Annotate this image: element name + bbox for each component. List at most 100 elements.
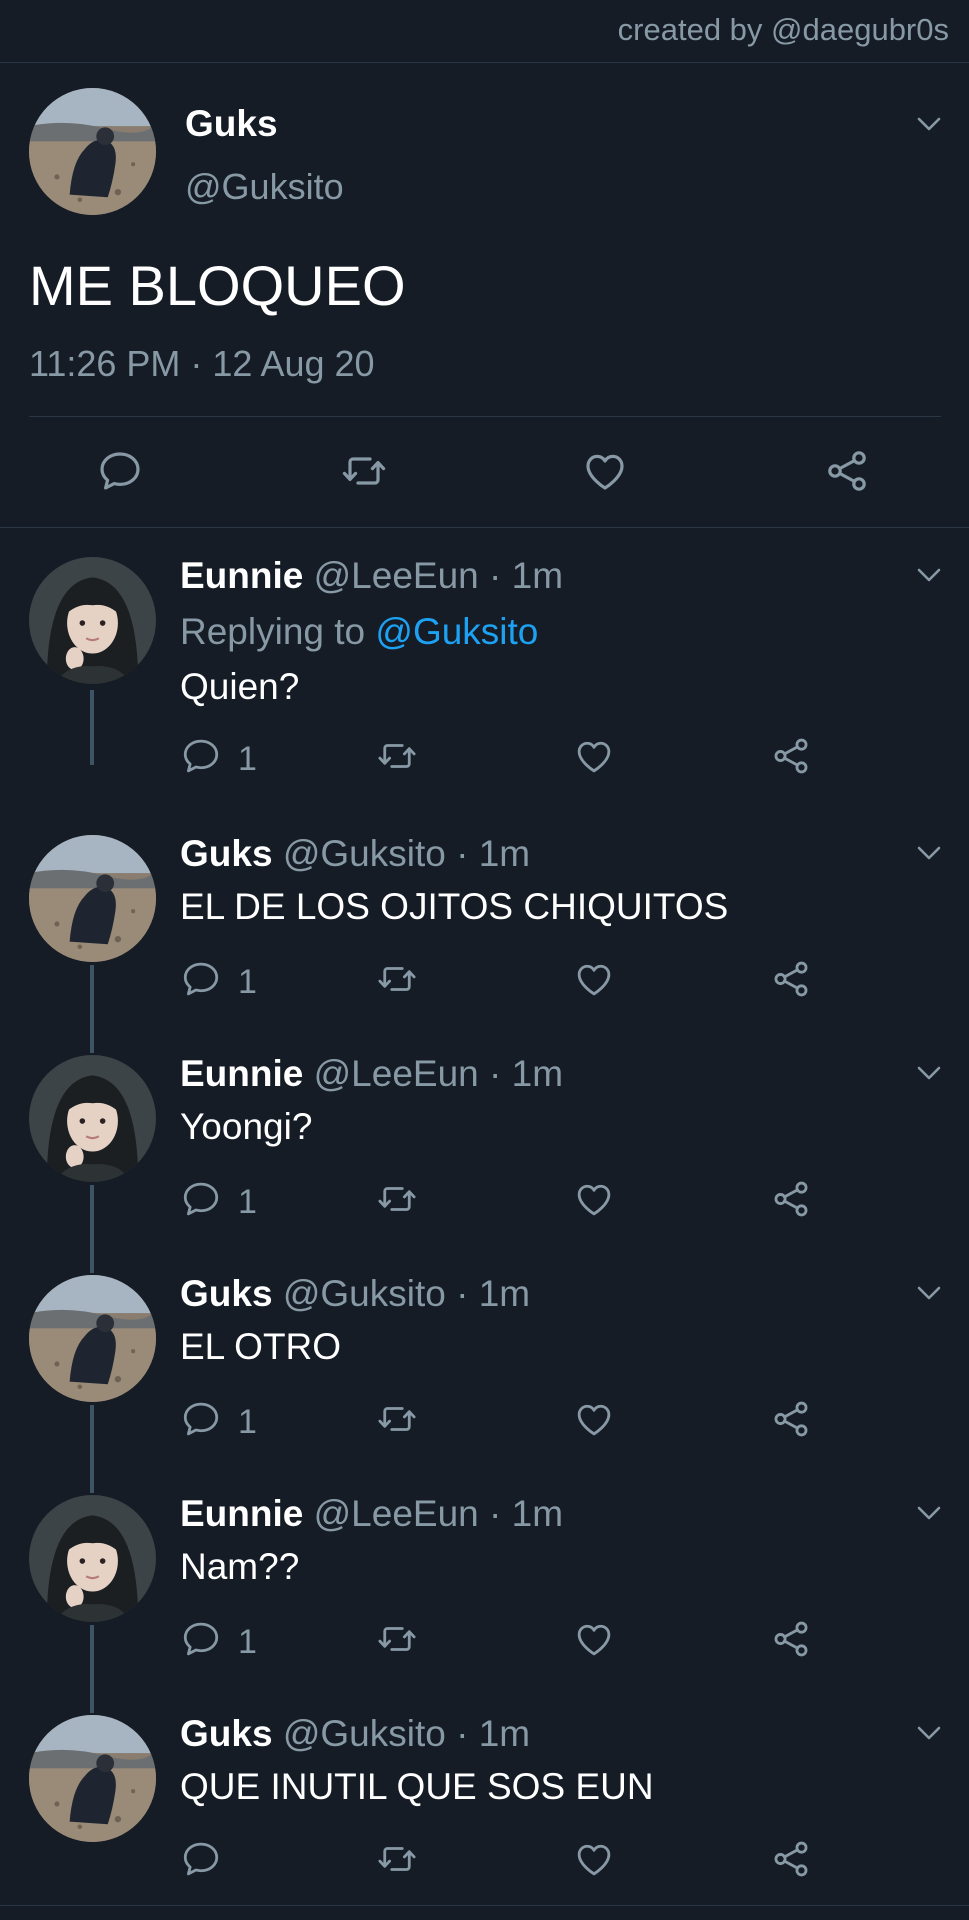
reply-tweet[interactable]: Guks @Guksito · 1m EL OTRO 1	[0, 1273, 969, 1493]
reply-button[interactable]	[180, 958, 222, 1000]
reply-text: Yoongi?	[180, 1106, 313, 1147]
avatar[interactable]	[29, 1275, 156, 1402]
share-icon	[770, 1618, 812, 1660]
replying-label: Replying to	[180, 611, 376, 652]
share-button[interactable]	[770, 1398, 812, 1440]
reply-icon	[180, 1178, 222, 1220]
share-icon	[770, 958, 812, 1000]
reply-count: 1	[238, 1403, 257, 1441]
share-button[interactable]	[770, 1838, 812, 1880]
thread-line	[90, 965, 94, 1053]
reply-icon	[180, 1618, 222, 1660]
share-button[interactable]	[770, 1618, 812, 1660]
reply-tweet[interactable]: Eunnie @LeeEun · 1m Nam?? 1	[0, 1493, 969, 1713]
reply-button[interactable]	[180, 1398, 222, 1440]
author-name[interactable]: Guks	[185, 103, 278, 145]
retweet-button[interactable]	[373, 958, 421, 1000]
reply-text: EL DE LOS OJITOS CHIQUITOS	[180, 886, 729, 927]
retweet-button[interactable]	[336, 447, 392, 495]
like-button[interactable]	[573, 735, 615, 777]
chevron-down-icon[interactable]	[914, 1283, 944, 1303]
handle-time: @LeeEun · 1m	[303, 555, 564, 596]
like-button[interactable]	[573, 958, 615, 1000]
chevron-down-icon[interactable]	[914, 1503, 944, 1523]
retweet-icon	[373, 1618, 421, 1660]
reply-button[interactable]	[96, 447, 144, 495]
reply-tweet[interactable]: Guks @Guksito · 1m QUE INUTIL QUE SOS EU…	[0, 1713, 969, 1903]
reply-text: QUE INUTIL QUE SOS EUN	[180, 1766, 654, 1807]
reply-tweet[interactable]: Guks @Guksito · 1m EL DE LOS OJITOS CHIQ…	[0, 833, 969, 1053]
chevron-down-icon[interactable]	[914, 565, 944, 585]
reply-button[interactable]	[180, 1178, 222, 1220]
author-name[interactable]: Guks	[180, 833, 273, 874]
like-button[interactable]	[573, 1838, 615, 1880]
reply-button[interactable]	[180, 1838, 222, 1880]
retweet-button[interactable]	[373, 735, 421, 777]
avatar[interactable]	[29, 1495, 156, 1622]
chevron-down-icon[interactable]	[914, 843, 944, 863]
avatar[interactable]	[29, 557, 156, 684]
handle-time: @LeeEun · 1m	[303, 1493, 564, 1534]
reply-header: Guks @Guksito · 1m	[180, 1273, 530, 1315]
reply-header: Guks @Guksito · 1m	[180, 1713, 530, 1755]
thread-line	[90, 1625, 94, 1713]
tweet-text: ME BLOQUEO	[29, 254, 406, 317]
top-bar: created by @daegubr0s	[0, 0, 969, 63]
reply-icon	[180, 735, 222, 777]
retweet-button[interactable]	[373, 1398, 421, 1440]
like-button[interactable]	[573, 1618, 615, 1660]
reply-icon	[96, 447, 144, 495]
avatar[interactable]	[29, 1715, 156, 1842]
share-button[interactable]	[770, 735, 812, 777]
retweet-button[interactable]	[373, 1618, 421, 1660]
chevron-down-icon[interactable]	[914, 114, 944, 134]
author-name[interactable]: Eunnie	[180, 1053, 303, 1094]
author-handle[interactable]: @Guksito	[185, 166, 344, 208]
thread-line	[90, 1405, 94, 1493]
divider	[29, 416, 941, 417]
reply-tweet[interactable]: Eunnie @LeeEun · 1m Replying to @Guksito…	[0, 555, 969, 778]
like-icon	[573, 958, 615, 1000]
author-name[interactable]: Guks	[180, 1713, 273, 1754]
reply-header: Guks @Guksito · 1m	[180, 833, 530, 875]
chevron-down-icon[interactable]	[914, 1723, 944, 1743]
retweet-icon	[373, 1398, 421, 1440]
reply-count: 1	[238, 1183, 257, 1221]
reply-tweet[interactable]: Eunnie @LeeEun · 1m Yoongi? 1	[0, 1053, 969, 1273]
reply-text: Quien?	[180, 666, 300, 707]
reply-button[interactable]	[180, 735, 222, 777]
reply-button[interactable]	[180, 1618, 222, 1660]
retweet-icon	[336, 447, 392, 495]
share-icon	[770, 735, 812, 777]
retweet-icon	[373, 1178, 421, 1220]
like-icon	[573, 1618, 615, 1660]
mention-link[interactable]: @Guksito	[375, 611, 538, 652]
share-icon	[770, 1838, 812, 1880]
like-button[interactable]	[581, 447, 629, 495]
thread-line	[90, 690, 94, 765]
author-name[interactable]: Eunnie	[180, 555, 303, 596]
retweet-icon	[373, 735, 421, 777]
reply-icon	[180, 958, 222, 1000]
share-button[interactable]	[823, 447, 871, 495]
retweet-icon	[373, 958, 421, 1000]
share-button[interactable]	[770, 1178, 812, 1220]
retweet-button[interactable]	[373, 1178, 421, 1220]
like-button[interactable]	[573, 1178, 615, 1220]
author-name[interactable]: Eunnie	[180, 1493, 303, 1534]
replying-to: Replying to @Guksito	[180, 611, 538, 653]
avatar[interactable]	[29, 1055, 156, 1182]
like-icon	[581, 447, 629, 495]
author-name[interactable]: Guks	[180, 1273, 273, 1314]
reply-text: EL OTRO	[180, 1326, 342, 1367]
share-button[interactable]	[770, 958, 812, 1000]
reply-header: Eunnie @LeeEun · 1m	[180, 1053, 563, 1095]
retweet-button[interactable]	[373, 1838, 421, 1880]
reply-header: Eunnie @LeeEun · 1m	[180, 1493, 563, 1535]
reply-text: Nam??	[180, 1546, 300, 1587]
chevron-down-icon[interactable]	[914, 1063, 944, 1083]
avatar[interactable]	[29, 835, 156, 962]
avatar[interactable]	[29, 88, 156, 215]
like-button[interactable]	[573, 1398, 615, 1440]
reply-count: 1	[238, 740, 257, 778]
